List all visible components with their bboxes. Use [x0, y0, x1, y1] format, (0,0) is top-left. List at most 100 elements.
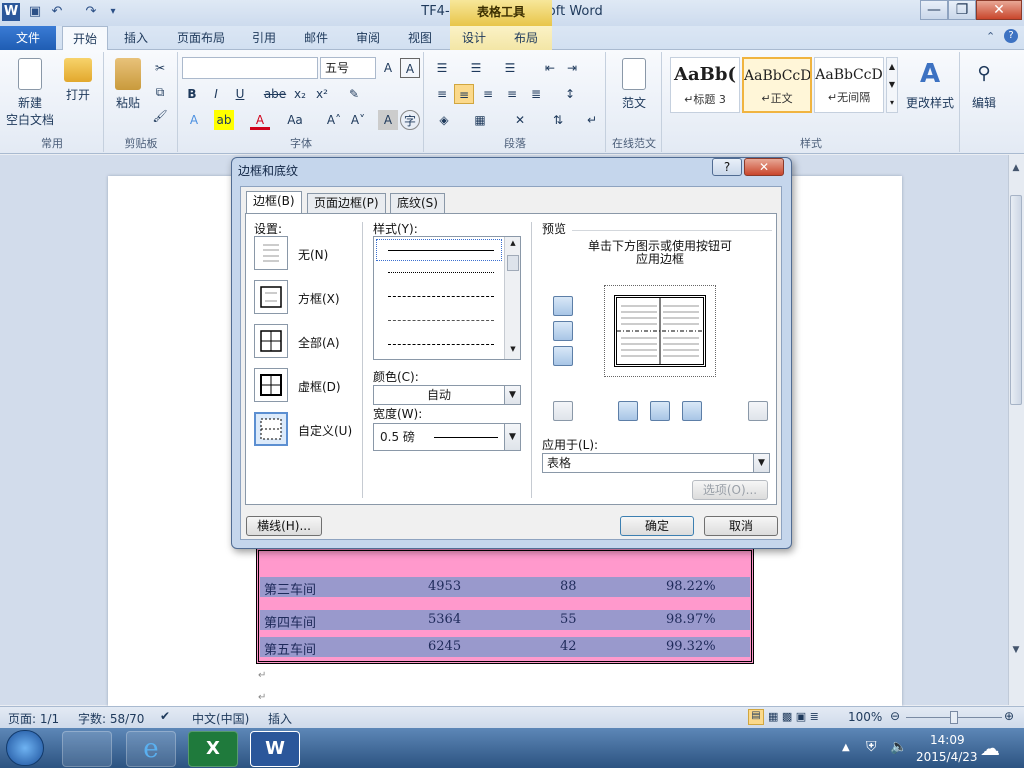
- align-center-icon[interactable]: ≡: [454, 84, 474, 104]
- diagonal-up-button[interactable]: [553, 401, 573, 421]
- redo-icon[interactable]: ↷: [82, 3, 100, 21]
- grow-font-button[interactable]: A˄: [322, 110, 346, 130]
- word-app-icon[interactable]: W: [2, 3, 20, 21]
- justify-icon[interactable]: ≡: [502, 84, 522, 104]
- align-left-icon[interactable]: ≡: [432, 84, 452, 104]
- style-list-down-icon[interactable]: ▼: [505, 345, 521, 353]
- help-icon[interactable]: ?: [1004, 29, 1018, 43]
- maximize-button[interactable]: ❐: [948, 0, 976, 20]
- char-border-icon[interactable]: A: [400, 58, 420, 78]
- proofing-icon[interactable]: ✔: [160, 709, 170, 723]
- zoom-level[interactable]: 100%: [848, 710, 882, 724]
- char-shading-icon[interactable]: A: [378, 110, 398, 130]
- page-count[interactable]: 页面: 1/1: [8, 710, 59, 727]
- language-status[interactable]: 中文(中国): [192, 710, 249, 727]
- tab-layout[interactable]: 布局: [506, 26, 546, 50]
- decrease-indent-icon[interactable]: ⇤: [540, 58, 560, 78]
- word-count[interactable]: 字数: 58/70: [78, 710, 144, 727]
- enclose-char-icon[interactable]: 字: [400, 110, 420, 130]
- bold-button[interactable]: B: [182, 84, 202, 104]
- preview-table[interactable]: [614, 295, 706, 367]
- font-name-combo[interactable]: [182, 57, 318, 79]
- line-style-long-dash[interactable]: [388, 320, 494, 321]
- tab-references[interactable]: 引用: [244, 26, 284, 50]
- tab-design[interactable]: 设计: [454, 26, 494, 50]
- style-heading3[interactable]: AaBb( ↵标题 3: [670, 57, 740, 113]
- line-style-dotted[interactable]: [388, 272, 494, 273]
- clock-date[interactable]: 2015/4/23: [916, 750, 978, 764]
- show-marks-icon[interactable]: ↵: [582, 110, 602, 130]
- save-icon[interactable]: ▣: [26, 3, 44, 21]
- view-modes-icons[interactable]: ▦ ▩ ▣ ≣: [768, 710, 819, 723]
- templates-button[interactable]: 范文: [614, 58, 654, 111]
- text-effects-icon[interactable]: A: [184, 110, 204, 130]
- cut-icon[interactable]: ✂: [150, 58, 170, 78]
- tab-page-borders[interactable]: 页面边框(P): [307, 193, 386, 213]
- table-row[interactable]: 第三车间 4953 88 98.22%: [260, 577, 750, 598]
- style-list-scrollbar[interactable]: ▲ ▼: [504, 237, 520, 359]
- undo-icon[interactable]: ↶: [48, 3, 66, 21]
- sort-icon[interactable]: ⇅: [548, 110, 568, 130]
- dialog-close-button[interactable]: ✕: [744, 158, 784, 176]
- tab-file[interactable]: 文件: [0, 26, 56, 50]
- shrink-font-button[interactable]: A˅: [346, 110, 370, 130]
- word-taskbar-icon[interactable]: W: [250, 731, 300, 767]
- new-blank-document-button[interactable]: 新建 空白文档: [4, 58, 56, 128]
- zoom-slider-handle[interactable]: [950, 711, 958, 724]
- excel-taskbar-icon[interactable]: X: [188, 731, 238, 767]
- tab-insert[interactable]: 插入: [114, 26, 158, 50]
- start-button[interactable]: [6, 730, 44, 766]
- explorer-taskbar-icon[interactable]: [62, 731, 112, 767]
- security-icon[interactable]: ⛨: [866, 739, 877, 755]
- line-style-solid[interactable]: [388, 250, 494, 251]
- highlight-icon[interactable]: ab: [214, 110, 234, 130]
- borders-icon[interactable]: ▦: [470, 110, 490, 130]
- tab-view[interactable]: 视图: [400, 26, 440, 50]
- inside-horizontal-border-button[interactable]: [553, 321, 573, 341]
- apply-to-select[interactable]: 表格 ▼: [542, 453, 770, 473]
- font-size-combo[interactable]: 五号: [320, 57, 376, 79]
- tab-mailings[interactable]: 邮件: [296, 26, 336, 50]
- increase-indent-icon[interactable]: ⇥: [562, 58, 582, 78]
- print-layout-icon[interactable]: ▤: [748, 709, 764, 725]
- tab-review[interactable]: 审阅: [348, 26, 388, 50]
- style-no-spacing[interactable]: AaBbCcD ↵无间隔: [814, 57, 884, 113]
- line-spacing-icon[interactable]: ↕: [560, 84, 580, 104]
- change-styles-button[interactable]: A 更改样式: [904, 58, 956, 111]
- tab-page-layout[interactable]: 页面布局: [170, 26, 232, 50]
- close-button[interactable]: ✕: [976, 0, 1022, 20]
- open-button[interactable]: 打开: [60, 58, 96, 103]
- insert-mode[interactable]: 插入: [268, 710, 292, 727]
- strikethrough-button[interactable]: abe: [262, 84, 288, 104]
- options-button[interactable]: 选项(O)...: [692, 480, 768, 500]
- change-case-button[interactable]: Aa: [282, 110, 308, 130]
- subscript-button[interactable]: x₂: [290, 84, 310, 104]
- format-painter-icon[interactable]: 🖌: [150, 106, 170, 126]
- cancel-button[interactable]: 取消: [704, 516, 778, 536]
- customize-qat-icon[interactable]: ▾: [104, 3, 122, 21]
- zoom-out-icon[interactable]: ⊖: [890, 709, 900, 723]
- ok-button[interactable]: 确定: [620, 516, 694, 536]
- color-select[interactable]: 自动 ▼: [373, 385, 521, 405]
- styles-gallery-scroll[interactable]: ▲ ▼ ▾: [886, 57, 898, 113]
- minimize-button[interactable]: —: [920, 0, 948, 20]
- tab-borders[interactable]: 边框(B): [246, 191, 302, 214]
- distributed-icon[interactable]: ≣: [526, 84, 546, 104]
- left-border-button[interactable]: [618, 401, 638, 421]
- chinese-layout-icon[interactable]: ✕: [510, 110, 530, 130]
- minimize-ribbon-icon[interactable]: ⌃: [986, 30, 995, 43]
- volume-icon[interactable]: 🔈: [890, 739, 907, 755]
- clock-time[interactable]: 14:09: [930, 733, 965, 747]
- paste-button[interactable]: 粘贴: [110, 58, 146, 111]
- horizontal-line-button[interactable]: 横线(H)...: [246, 516, 322, 536]
- style-list-thumb[interactable]: [507, 255, 519, 271]
- copy-icon[interactable]: ⧉: [150, 82, 170, 102]
- style-normal[interactable]: AaBbCcD ↵正文: [742, 57, 812, 113]
- line-style-dash-dot[interactable]: [388, 344, 494, 345]
- scroll-up-icon[interactable]: ▲: [1008, 160, 1024, 176]
- italic-button[interactable]: I: [206, 84, 226, 104]
- bottom-border-button[interactable]: [553, 346, 573, 366]
- width-select[interactable]: 0.5 磅 ▼: [373, 423, 521, 451]
- grow-font-icon[interactable]: A: [378, 58, 398, 78]
- shading-icon[interactable]: ◈: [434, 110, 454, 130]
